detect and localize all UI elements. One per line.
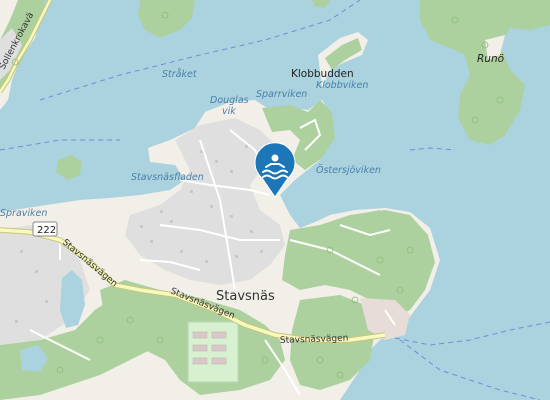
water-label-spraviken: Spraviken: [0, 208, 47, 219]
town-label-stavsnas: Stavsnäs: [216, 289, 275, 304]
water-label-douglas-1: Douglas: [210, 95, 249, 106]
place-label-klobbudden: Klobbudden: [291, 68, 354, 80]
route-shield-label: 222: [37, 225, 56, 236]
water-label-sparrviken: Sparrviken: [256, 89, 307, 100]
water-label-douglas-2: vik: [222, 106, 236, 117]
school-area: [187, 321, 239, 383]
water-label-stavsnasfladen: Stavsnäsfladen: [131, 172, 204, 183]
place-label-runo: Runö: [477, 53, 504, 65]
water-label-klobbviken: Klobbviken: [316, 80, 368, 91]
map-canvas[interactable]: Stråket Douglas vik Sparrviken Klobbvike…: [0, 0, 550, 400]
route-shield-222: 222: [32, 221, 58, 237]
water-label-straket: Stråket: [162, 69, 198, 80]
water-label-ostersjoviken: Östersjöviken: [316, 165, 381, 176]
